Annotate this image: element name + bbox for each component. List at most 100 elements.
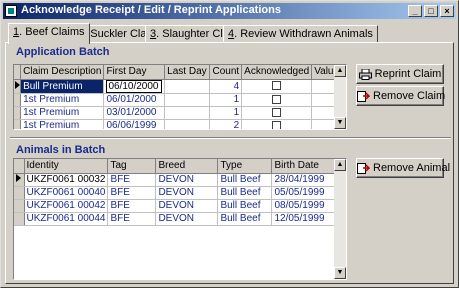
tab-beef-claims[interactable]: 1. Beef Claims [8,23,90,44]
reprint-claim-button[interactable]: Reprint Claim [356,64,444,84]
cell-last-day[interactable] [164,119,211,129]
col-birth-date[interactable]: Birth Date [271,159,337,174]
cell-claim-description[interactable]: 1st Premium [20,119,105,129]
remove-claim-label: Remove Claim [373,90,446,102]
cell-tag[interactable]: BFE [107,212,157,226]
col-identity[interactable]: Identity [24,159,109,174]
scroll-up-button[interactable]: ▲ [334,159,346,171]
col-count[interactable]: Count [209,65,243,80]
acknowledged-checkbox[interactable] [272,81,282,91]
row-indicator [14,106,22,120]
application-batch-scrollbar[interactable]: ▲ ▼ [334,65,346,129]
current-row-indicator [14,79,22,94]
current-row-arrow-icon [16,174,22,182]
col-breed[interactable]: Breed [155,159,219,174]
cell-acknowledged[interactable] [241,79,313,94]
table-row[interactable]: UKZF0061 00044 BFE DEVON Bull Beef 12/05… [14,212,337,226]
table-row[interactable]: Bull Premium 06/10/2000 4 [14,79,346,94]
col-first-day[interactable]: First Day [103,65,166,80]
row-indicator-header [14,159,25,174]
cell-tag[interactable]: BFE [107,199,157,213]
tab-label-review-withdrawn: . Review Withdrawn Animals [234,28,373,40]
table-row[interactable]: 1st Premium 06/01/2000 1 [14,93,346,107]
beef-claims-panel: Application Batch Claim Description Firs… [5,42,454,284]
table-row[interactable]: UKZF0061 00042 BFE DEVON Bull Beef 08/05… [14,199,337,213]
cell-claim-description[interactable]: 1st Premium [20,106,105,120]
animals-in-batch-label: Animals in Batch [16,144,106,156]
remove-doc-icon [357,162,371,174]
cell-birth-date[interactable]: 28/04/1999 [271,173,337,187]
cell-tag[interactable]: BFE [107,186,157,200]
remove-claim-button[interactable]: Remove Claim [356,86,446,106]
animals-in-batch-scrollbar[interactable]: ▲ ▼ [334,159,346,279]
cell-identity[interactable]: UKZF0061 00040 [24,186,109,200]
cell-type[interactable]: Bull Beef [217,173,273,187]
col-claim-description[interactable]: Claim Description [20,65,105,80]
acknowledged-checkbox[interactable] [272,94,282,104]
maximize-button[interactable]: □ [424,5,438,17]
cell-count: 2 [209,119,243,129]
tab-review-withdrawn[interactable]: 4. Review Withdrawn Animals [223,25,378,43]
acknowledged-checkbox[interactable] [272,120,282,129]
cell-acknowledged[interactable] [241,93,313,107]
cell-breed[interactable]: DEVON [155,199,219,213]
cell-count: 1 [209,106,243,120]
cell-first-day[interactable]: 03/01/2000 [103,106,166,120]
cell-birth-date[interactable]: 12/05/1999 [271,212,337,226]
cell-type[interactable]: Bull Beef [217,186,273,200]
table-row[interactable]: UKZF0061 00040 BFE DEVON Bull Beef 05/05… [14,186,337,200]
cell-type[interactable]: Bull Beef [217,199,273,213]
printer-icon [358,68,372,80]
app-icon [5,5,17,17]
scroll-down-button[interactable]: ▼ [334,267,346,279]
section-divider [10,137,451,139]
cell-first-day[interactable]: 06/01/2000 [103,93,166,107]
cell-identity[interactable]: UKZF0061 00032 [24,173,109,187]
col-type[interactable]: Type [217,159,273,174]
scroll-down-button[interactable]: ▼ [334,117,346,129]
animals-in-batch-grid[interactable]: Identity Tag Breed Type Birth Date UKZF0… [13,158,347,280]
title-bar[interactable]: Acknowledge Receipt / Edit / Reprint App… [3,3,456,19]
acknowledged-checkbox[interactable] [272,107,282,117]
cell-last-day[interactable] [164,79,211,94]
window-title: Acknowledge Receipt / Edit / Reprint App… [21,4,281,16]
cell-acknowledged[interactable] [241,119,313,129]
cell-type[interactable]: Bull Beef [217,212,273,226]
cell-count: 4 [209,79,243,94]
cell-first-day[interactable]: 06/06/1999 [103,119,166,129]
cell-breed[interactable]: DEVON [155,212,219,226]
minimize-button[interactable]: _ [408,5,422,17]
cell-breed[interactable]: DEVON [155,186,219,200]
row-indicator [14,212,25,226]
row-indicator-header [14,65,22,80]
cell-last-day[interactable] [164,106,211,120]
row-indicator [14,93,22,107]
scroll-up-button[interactable]: ▲ [334,65,346,77]
cell-birth-date[interactable]: 08/05/1999 [271,199,337,213]
col-tag[interactable]: Tag [107,159,157,174]
col-last-day[interactable]: Last Day [164,65,211,80]
reprint-claim-label: Reprint Claim [374,68,442,80]
remove-animal-button[interactable]: Remove Animal [356,158,450,178]
cell-breed[interactable]: DEVON [155,173,219,187]
cell-tag[interactable]: BFE [107,173,157,187]
cell-count: 1 [209,93,243,107]
col-acknowledged[interactable]: Acknowledged [241,65,313,80]
close-button[interactable]: × [440,5,454,17]
cell-identity[interactable]: UKZF0061 00042 [24,199,109,213]
cell-last-day[interactable] [164,93,211,107]
table-row[interactable]: UKZF0061 00032 BFE DEVON Bull Beef 28/04… [14,173,337,187]
table-row[interactable]: 1st Premium 03/01/2000 1 [14,106,346,120]
application-batch-label: Application Batch [16,46,110,58]
cell-acknowledged[interactable] [241,106,313,120]
cell-claim-description[interactable]: 1st Premium [20,93,105,107]
current-row-arrow-icon [14,80,20,89]
row-indicator [14,199,25,213]
application-batch-grid[interactable]: Claim Description First Day Last Day Cou… [13,64,347,130]
cell-birth-date[interactable]: 05/05/1999 [271,186,337,200]
cell-first-day[interactable]: 06/10/2000 [103,79,166,94]
first-day-input[interactable]: 06/10/2000 [106,79,163,92]
cell-identity[interactable]: UKZF0061 00044 [24,212,109,226]
cell-claim-description[interactable]: Bull Premium [20,79,105,94]
table-row[interactable]: 1st Premium 06/06/1999 2 [14,119,346,129]
